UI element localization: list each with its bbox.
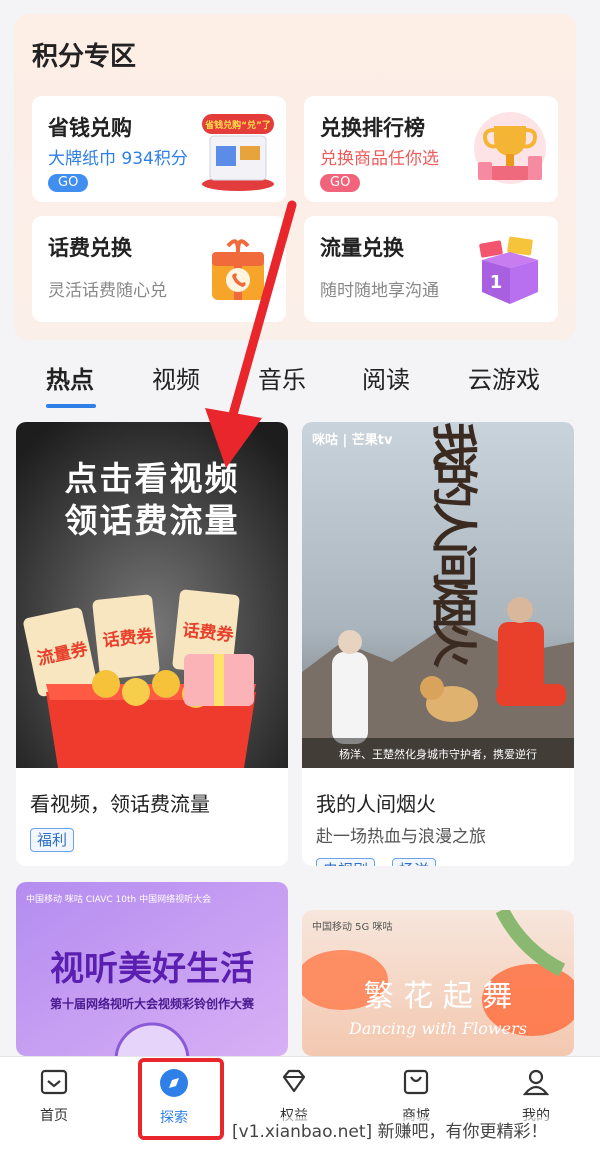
flower-dance-image: 中国移动 5G 咪咕 繁 花 起 舞 Dancing with Flowers: [302, 910, 574, 1056]
nav-home[interactable]: 首页: [14, 1067, 94, 1125]
tab-cloud-game[interactable]: 云游戏: [468, 360, 540, 395]
card-title: 流量兑换: [320, 236, 404, 260]
feed-card-title: 我的人间烟火: [316, 792, 436, 816]
feed-card-flower-dance[interactable]: 中国移动 5G 咪咕 繁 花 起 舞 Dancing with Flowers: [302, 910, 574, 1056]
tab-hot[interactable]: 热点: [46, 360, 94, 395]
watermark-text: [v1.xianbao.net] 新赚吧，有你更精彩！: [232, 1117, 548, 1142]
contest-logos: 中国移动 咪咕 CIAVC 10th 中国网络视听大会: [26, 893, 211, 905]
tag-actor: 杨洋: [392, 858, 437, 866]
card-title: 话费兑换: [48, 236, 132, 260]
card-savings-exchange[interactable]: 省钱兑购 大牌纸巾 934积分 GO 省钱兑购“兑”了: [32, 96, 286, 202]
bag-icon: [403, 1069, 429, 1095]
feed-card-title: 看视频，领话费流量: [30, 792, 210, 816]
tab-reading[interactable]: 阅读: [362, 360, 410, 395]
tab-music[interactable]: 音乐: [258, 360, 306, 395]
svg-text:1: 1: [490, 272, 503, 293]
feed-card-drama[interactable]: 杨洋、王楚然化身城市守护者，携爱逆行 咪咕 | 芒果tv 我的人间烟火 我的人间…: [302, 422, 574, 866]
poster-calligraphy-title: 我的人间烟火: [427, 422, 481, 668]
contest-headline: 视听美好生活: [50, 949, 254, 989]
card-subtitle: 随时随地享沟通: [320, 281, 439, 301]
contest-subhead: 第十届网络视听大会视频彩铃创作大赛: [50, 996, 255, 1011]
points-section-title: 积分专区: [32, 42, 137, 72]
diamond-icon: [282, 1069, 306, 1093]
card-exchange-ranking[interactable]: 兑换排行榜 兑换商品任你选 GO: [304, 96, 558, 202]
drama-poster-image: 杨洋、王楚然化身城市守护者，携爱逆行 咪咕 | 芒果tv 我的人间烟火: [302, 422, 574, 768]
ringtone-contest-image: 中国移动 咪咕 CIAVC 10th 中国网络视听大会 视听美好生活 第十届网络…: [16, 882, 288, 1056]
card-data-exchange[interactable]: 流量兑换 随时随地享沟通 1: [304, 216, 558, 322]
home-icon: [40, 1069, 68, 1095]
image-headline-line2: 领话费流量: [64, 501, 240, 540]
trophy-icon: [474, 112, 546, 184]
feed-card-subtitle: 赴一场热血与浪漫之旅: [316, 827, 486, 847]
poster-logo: 咪咕 | 芒果tv: [312, 432, 393, 448]
flower-script: Dancing with Flowers: [348, 1019, 527, 1038]
card-subtitle: 兑换商品任你选: [320, 149, 439, 169]
tag-tv-drama: 电视剧: [316, 858, 376, 866]
phone-gift-icon: [212, 239, 264, 300]
go-button[interactable]: GO: [48, 174, 89, 192]
feed-card-ringtone-contest[interactable]: 中国移动 咪咕 CIAVC 10th 中国网络视听大会 视听美好生活 第十届网络…: [16, 882, 288, 1056]
data-box-icon: 1: [479, 236, 538, 304]
feed-card-video-reward[interactable]: 流量券 话费券 话费券 点击看视频 领话费流量 看视频，领话费流量 福利: [16, 422, 288, 866]
gift-box-illustration: 省钱兑购“兑”了: [202, 114, 274, 191]
flower-logos: 中国移动 5G 咪咕: [312, 920, 392, 933]
active-tab-indicator: [46, 404, 96, 408]
tab-video[interactable]: 视频: [152, 360, 200, 395]
poster-caption: 杨洋、王楚然化身城市守护者，携爱逆行: [339, 747, 537, 761]
card-title: 兑换排行榜: [320, 116, 425, 140]
category-tabs: 热点 视频 音乐 阅读 云游戏: [0, 360, 600, 410]
image-headline-line1: 点击看视频: [64, 459, 240, 498]
card-phone-bill-exchange[interactable]: 话费兑换 灵活话费随心兑: [32, 216, 286, 322]
go-button[interactable]: GO: [320, 174, 361, 192]
person-icon: [522, 1069, 550, 1096]
annotation-highlight-box: [138, 1058, 224, 1140]
points-section: 积分专区 省钱兑购 大牌纸巾 934积分 GO 省钱兑购“兑”了 兑换排行榜 兑…: [14, 14, 576, 340]
nav-label: 首页: [40, 1108, 68, 1124]
tag-welfare: 福利: [30, 828, 75, 852]
card-subtitle: 灵活话费随心兑: [48, 281, 167, 301]
card-title: 省钱兑购: [48, 116, 132, 140]
promo-sticker: 省钱兑购“兑”了: [204, 119, 271, 131]
flower-headline: 繁 花 起 舞: [364, 979, 513, 1014]
card-subtitle: 大牌纸巾 934积分: [48, 149, 188, 169]
